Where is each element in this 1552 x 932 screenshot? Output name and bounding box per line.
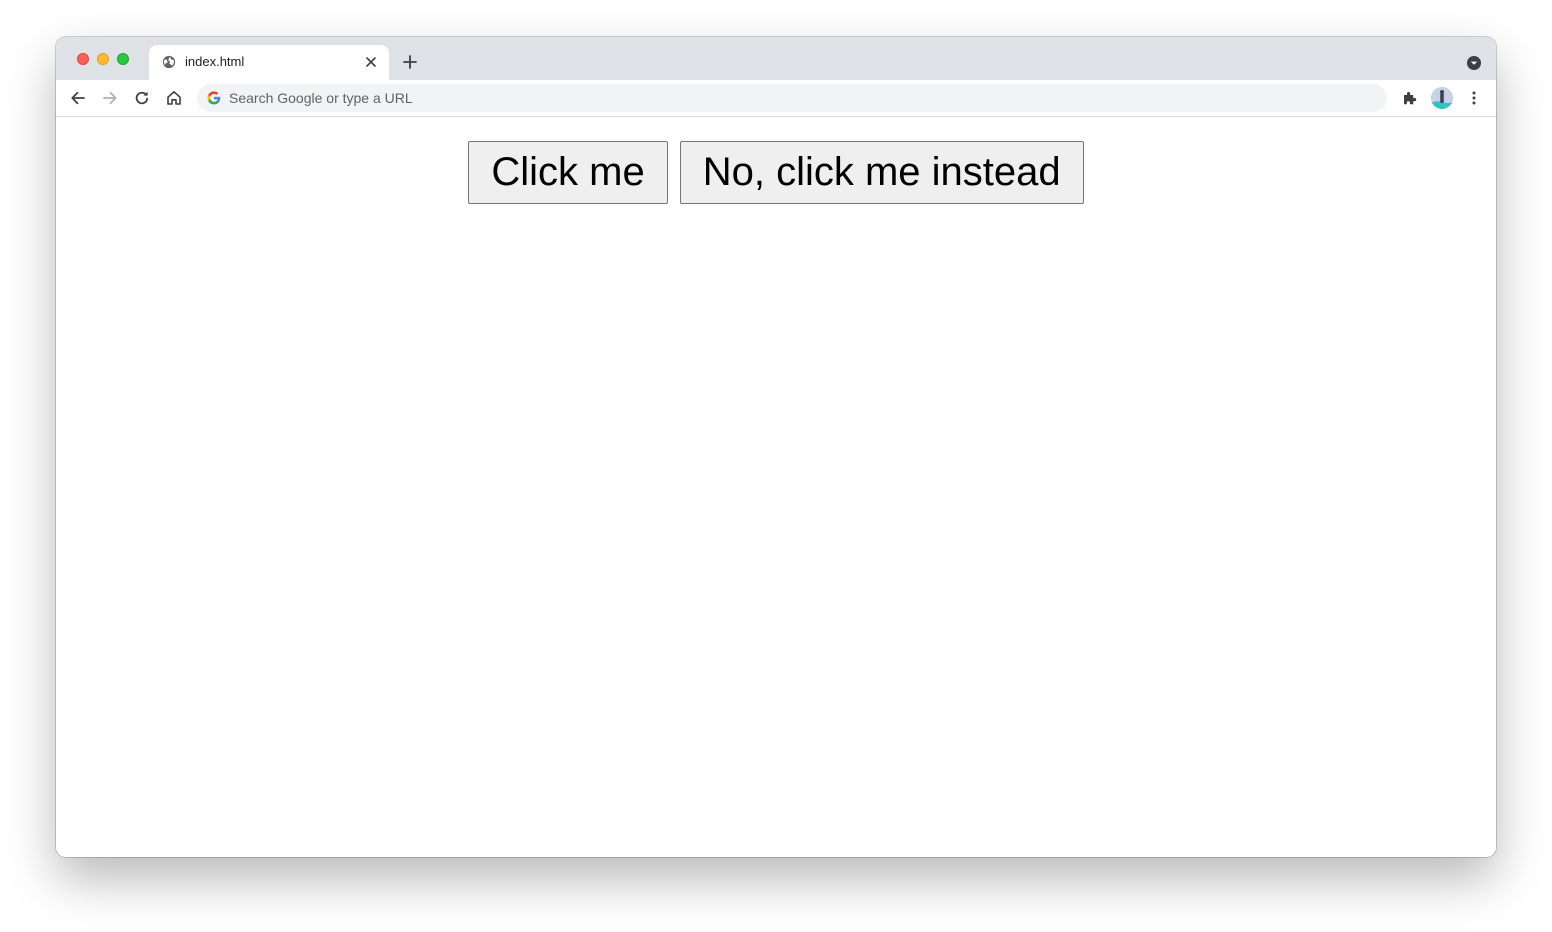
new-tab-plus-icon[interactable] [402,54,418,70]
google-g-icon [207,91,221,105]
browser-window: index.html Search Google or type a URL C… [56,37,1496,857]
tab-title: index.html [185,54,245,69]
tab-strip: index.html [56,37,1496,80]
button-row: Click me No, click me instead [56,141,1496,204]
window-close-button[interactable] [77,53,89,65]
close-icon[interactable] [365,56,377,68]
more-menu-kebab-icon[interactable] [1465,89,1483,107]
window-minimize-button[interactable] [97,53,109,65]
forward-arrow-icon[interactable] [101,89,119,107]
page-viewport: Click me No, click me instead [56,117,1496,857]
address-bar-input[interactable] [229,84,1369,112]
browser-toolbar [56,80,1496,117]
click-me-instead-button[interactable]: No, click me instead [679,141,1084,204]
back-arrow-icon[interactable] [69,89,87,107]
reload-icon[interactable] [133,89,151,107]
globe-icon [162,55,176,69]
window-maximize-button[interactable] [117,53,129,65]
tab-search-chevron-icon[interactable] [1466,55,1482,71]
click-me-button[interactable]: Click me [468,141,668,204]
omnibox[interactable] [197,84,1387,112]
tab-index-html[interactable]: index.html [149,45,389,80]
avatar-picture-icon [1431,87,1453,109]
extensions-puzzle-icon[interactable] [1401,89,1419,107]
home-icon[interactable] [165,89,183,107]
profile-avatar[interactable] [1431,87,1453,109]
